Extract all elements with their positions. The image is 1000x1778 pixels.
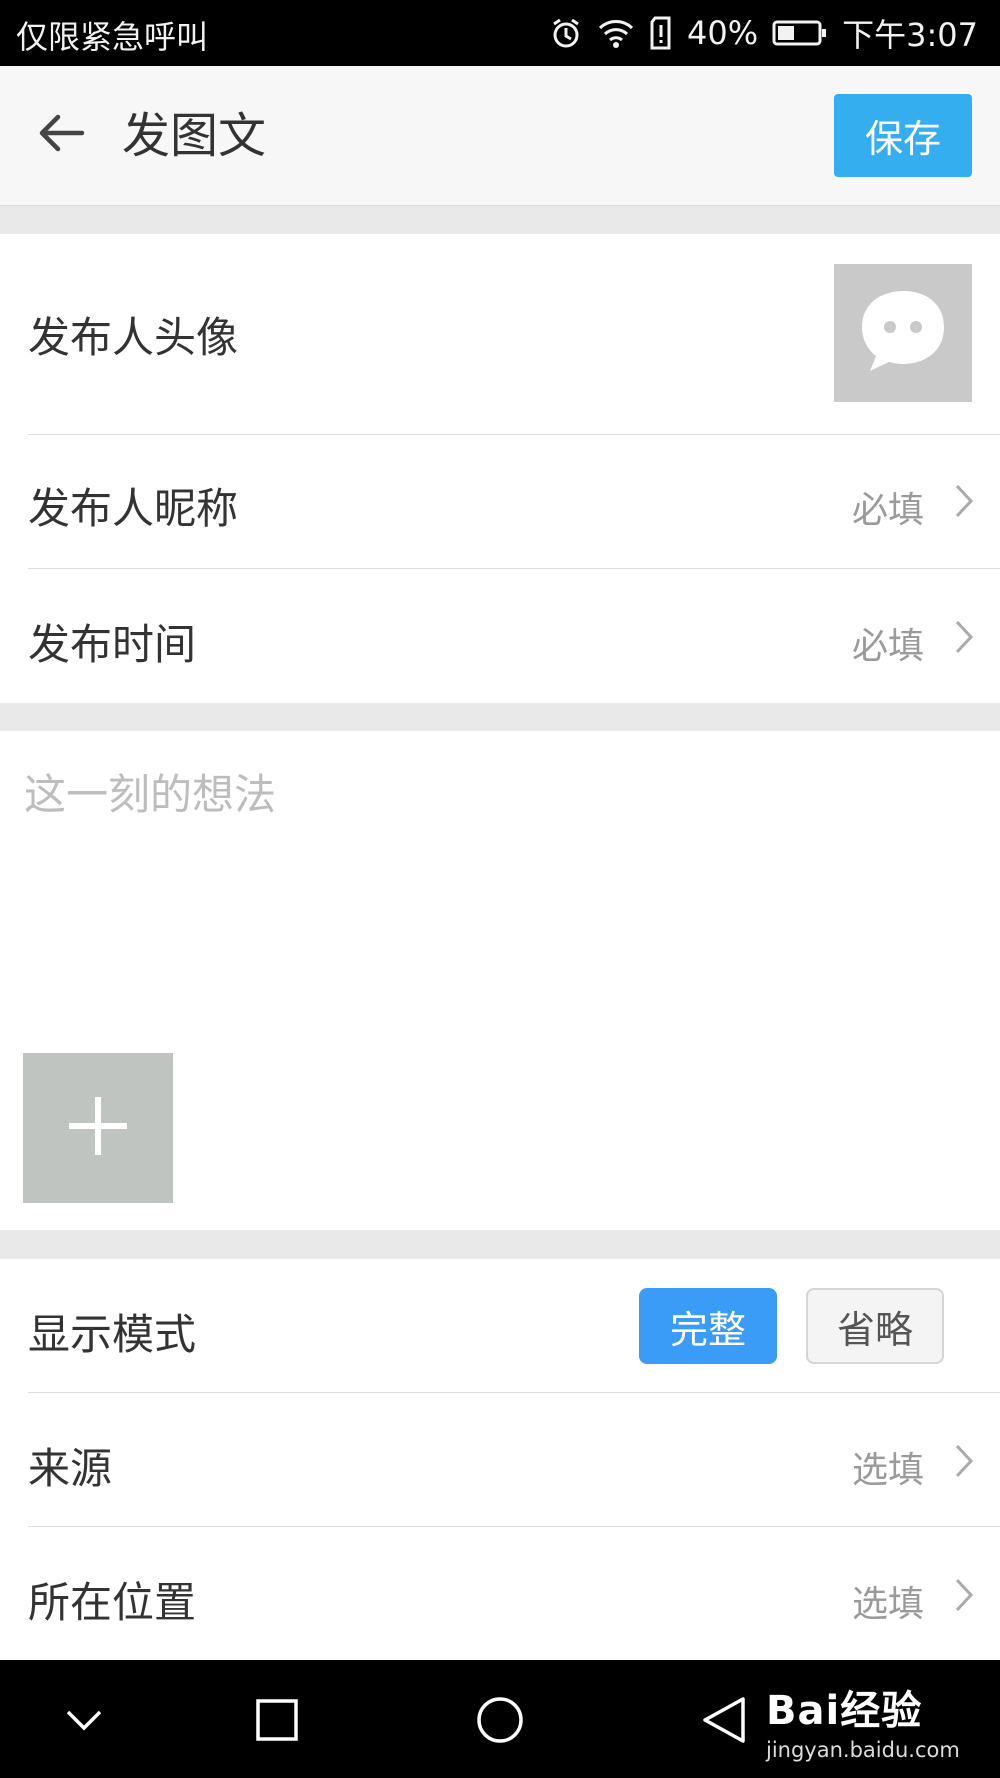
- clock-text: 下午3:07: [842, 16, 978, 54]
- publish-time-hint: 必填: [851, 626, 924, 667]
- source-hint: 选填: [851, 1450, 924, 1491]
- display-mode-brief-button[interactable]: 省略: [806, 1288, 944, 1364]
- location-label: 所在位置: [28, 1578, 197, 1627]
- publisher-info-card: 发布人头像 发布人昵称 必填 发布时间 必填: [0, 234, 1000, 703]
- source-label: 来源: [28, 1444, 113, 1493]
- nickname-row[interactable]: 发布人昵称 必填: [28, 435, 1000, 569]
- status-bar: 仅限紧急呼叫 40% 下午3:07: [0, 0, 1000, 66]
- alarm-icon: [549, 16, 583, 50]
- publish-time-label: 发布时间: [28, 620, 197, 669]
- avatar[interactable]: [834, 264, 972, 402]
- wifi-icon: [597, 17, 635, 49]
- publish-time-row[interactable]: 发布时间 必填: [28, 569, 1000, 703]
- chevron-right-icon: [954, 619, 974, 659]
- status-icons: 40% 下午3:07: [549, 10, 978, 56]
- page-title: 发图文: [122, 108, 267, 164]
- chevron-right-icon: [954, 1443, 974, 1483]
- back-button[interactable]: [28, 102, 94, 168]
- carrier-text: 仅限紧急呼叫: [16, 18, 209, 56]
- battery-percent: 40%: [687, 14, 759, 52]
- watermark-url: jingyan.baidu.com: [766, 1738, 960, 1762]
- source-row[interactable]: 来源 选填: [28, 1393, 1000, 1527]
- settings-card: 显示模式 完整 省略 来源 选填 所在位置 选填: [0, 1259, 1000, 1660]
- thought-input[interactable]: 这一刻的想法: [24, 761, 276, 822]
- nickname-label: 发布人昵称: [28, 484, 239, 533]
- nickname-hint: 必填: [851, 490, 924, 531]
- chevron-right-icon: [954, 1577, 974, 1617]
- recents-square-icon[interactable]: [247, 1690, 307, 1750]
- collapse-chevron-icon[interactable]: [54, 1690, 114, 1750]
- location-row[interactable]: 所在位置 选填: [28, 1527, 1000, 1660]
- display-mode-full-button[interactable]: 完整: [639, 1288, 777, 1364]
- avatar-label: 发布人头像: [28, 313, 239, 362]
- system-nav-bar: Bai经验 jingyan.baidu.com: [0, 1660, 1000, 1778]
- location-hint: 选填: [851, 1584, 924, 1625]
- chevron-right-icon: [954, 483, 974, 523]
- app-header: 发图文 保存: [0, 66, 1000, 206]
- baidu-watermark: Bai经验 jingyan.baidu.com: [766, 1678, 960, 1762]
- battery-icon: [772, 19, 828, 47]
- compose-card: 这一刻的想法: [0, 731, 1000, 1230]
- save-button[interactable]: 保存: [834, 94, 972, 177]
- chat-bubble-icon: [858, 287, 948, 379]
- add-image-button[interactable]: [23, 1053, 173, 1203]
- watermark-brand: Bai经验: [766, 1688, 923, 1734]
- plus-icon: [65, 1093, 131, 1163]
- back-triangle-icon[interactable]: [694, 1690, 754, 1750]
- display-mode-label: 显示模式: [28, 1310, 197, 1359]
- sim-alert-icon: [649, 16, 673, 50]
- arrow-left-icon: [36, 111, 86, 159]
- home-circle-icon[interactable]: [470, 1690, 530, 1750]
